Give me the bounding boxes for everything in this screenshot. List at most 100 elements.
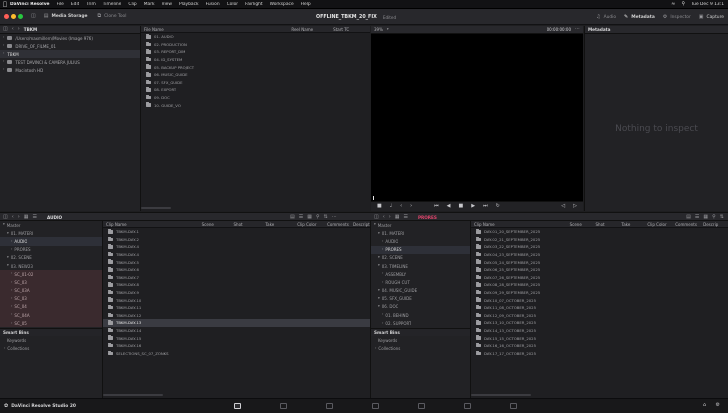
clip-row[interactable]: DAY-11_08_OCTOBER_2025 xyxy=(471,304,728,312)
bin-list-toggle-2-icon[interactable]: ◫ xyxy=(374,214,379,220)
pool-forward-2-icon[interactable]: › xyxy=(389,214,391,220)
clip-column-5[interactable]: Comments xyxy=(324,222,350,227)
bin-item[interactable]: › SC_04 xyxy=(0,302,102,312)
bin-item[interactable]: ▾ 04. MUSIC_GUIDE xyxy=(371,287,470,295)
file-row[interactable]: 01. AUDIO xyxy=(141,33,370,41)
clip-row[interactable]: TBKM-DAY-4 xyxy=(103,243,370,251)
pool-search-icon[interactable]: ⚲ xyxy=(316,214,320,220)
menu-item[interactable]: Fairlight xyxy=(245,2,263,7)
menu-item[interactable]: Help xyxy=(301,2,311,7)
bin-list-toggle-icon[interactable]: ◫ xyxy=(3,214,8,220)
clip-row[interactable]: TBKM-DAY-15 xyxy=(103,334,370,342)
clip-column-0[interactable]: Clip Name xyxy=(103,222,199,227)
smart-bins-header[interactable]: Smart Bins xyxy=(0,328,102,337)
file-list-scrollbar[interactable] xyxy=(141,207,171,209)
mark-in-icon[interactable]: ◁ xyxy=(561,204,565,209)
bin-item[interactable]: › AUDIO xyxy=(0,237,102,246)
menu-clock[interactable]: Tue Dec 9 13:1 xyxy=(691,2,724,7)
clip-column-6[interactable]: Descrip xyxy=(700,222,728,227)
bin-item[interactable]: › 01. BEHIND xyxy=(371,311,470,319)
stop-icon[interactable]: ■ xyxy=(458,204,463,209)
metadata-view-2-icon[interactable]: ▤ xyxy=(686,214,691,220)
deliver-page-icon[interactable] xyxy=(510,403,517,409)
sort-2-icon[interactable]: ⇅ xyxy=(720,214,724,220)
settings-icon[interactable]: ⚙ xyxy=(716,403,720,408)
menu-item[interactable]: Playback xyxy=(179,2,199,7)
clip-row[interactable]: TBKM-DAY-5 xyxy=(103,258,370,266)
wifi-icon[interactable]: ≈ xyxy=(671,2,675,7)
pool-grid-2-icon[interactable]: ▦ xyxy=(395,214,400,220)
menu-item[interactable]: Mark xyxy=(144,2,155,7)
home-icon[interactable]: ⌂ xyxy=(703,403,706,408)
clip-row[interactable]: DAY-09_29_SEPTEMBER_2025 xyxy=(471,289,728,297)
clip-row[interactable]: TBKM-DAY-6 xyxy=(103,266,370,274)
clip-row[interactable]: TBKM-DAY-16 xyxy=(103,342,370,350)
fusion-page-icon[interactable] xyxy=(372,403,379,409)
maximize-window-button[interactable] xyxy=(18,14,23,19)
capture-button[interactable]: ▣ Capture xyxy=(699,14,724,20)
viewer-zoom[interactable]: 39% xyxy=(374,27,383,32)
metadata-view-icon[interactable]: ▤ xyxy=(290,214,295,220)
menu-item[interactable]: Clip xyxy=(128,2,136,7)
go-to-start-icon[interactable]: ⏮ xyxy=(434,204,439,209)
clip-row[interactable]: TBKM-DAY-7 xyxy=(103,274,370,282)
menu-item[interactable]: Workspace xyxy=(270,2,294,7)
list-view-2-icon[interactable]: ☰ xyxy=(695,214,699,220)
bin-item[interactable]: › PRORES xyxy=(0,246,102,254)
clip-column-2[interactable]: Shot xyxy=(231,222,263,227)
menu-item[interactable]: Edit xyxy=(71,2,80,7)
clip-column-4[interactable]: Clip Color xyxy=(644,222,672,227)
clip-row[interactable]: DAY-12_09_OCTOBER_2025 xyxy=(471,312,728,320)
menu-item[interactable]: File xyxy=(57,2,64,7)
pool-list-2-icon[interactable]: ☰ xyxy=(403,214,407,220)
playhead-marker[interactable] xyxy=(373,196,374,200)
col-file-name[interactable]: File Name xyxy=(141,27,288,32)
file-row[interactable]: 04. ID_SYSTEM xyxy=(141,56,370,64)
smart-bins-header-2[interactable]: Smart Bins xyxy=(371,328,470,337)
clip-row[interactable]: TBKM-DAY-14 xyxy=(103,327,370,335)
bin-item[interactable]: › SC_03 xyxy=(0,294,102,303)
go-to-end-icon[interactable]: ⏭ xyxy=(483,204,488,209)
bin-item[interactable]: › PRORES xyxy=(371,245,470,254)
bin-item[interactable]: ▾ 02. SCENE xyxy=(371,254,470,262)
clip-row[interactable]: DAY-04_23_SEPTEMBER_2025 xyxy=(471,251,728,259)
bin-item[interactable]: › AUDIO xyxy=(371,237,470,245)
play-icon[interactable]: ▶ xyxy=(471,204,475,209)
close-window-button[interactable] xyxy=(4,14,9,19)
clip-column-3[interactable]: Take xyxy=(262,222,294,227)
menu-item[interactable]: Timeline xyxy=(103,2,122,7)
menu-item[interactable]: DaVinci Resolve xyxy=(10,2,50,7)
menu-item[interactable]: Fusion xyxy=(206,2,220,7)
bin-item[interactable]: › 02. SUPPORT xyxy=(371,319,470,327)
pool-back-2-icon[interactable]: ‹ xyxy=(383,214,385,220)
clip-column-3[interactable]: Take xyxy=(618,222,644,227)
storage-location[interactable]: › /Users/maxmillern/Movies (Image 976) xyxy=(0,34,140,42)
file-row[interactable]: 08. EXPORT xyxy=(141,86,370,94)
jog-left-icon[interactable]: ‹ xyxy=(400,204,402,209)
clip-row[interactable]: DAY-06_25_SEPTEMBER_2025 xyxy=(471,266,728,274)
clip-row[interactable]: DAY-01_20_SEPTEMBER_2025 xyxy=(471,228,728,236)
pool-search-2-icon[interactable]: ⚲ xyxy=(712,214,716,220)
clip-column-1[interactable]: Scene xyxy=(199,222,231,227)
panel-toggle-icon[interactable]: ◫ xyxy=(3,27,8,32)
clip-column-0[interactable]: Clip Name xyxy=(471,222,567,227)
storage-location[interactable]: › TEST DAVINCI & CAMERA JULIUS xyxy=(0,58,140,66)
sidebar-toggle-icon[interactable]: ◫ xyxy=(31,14,36,19)
clip-column-4[interactable]: Clip Color xyxy=(294,222,324,227)
pool-forward-icon[interactable]: › xyxy=(18,214,20,220)
file-row[interactable]: 09. DOC xyxy=(141,94,370,102)
bin-item[interactable]: › SC_03 xyxy=(0,278,102,287)
search-icon[interactable]: ⚲ xyxy=(681,2,685,7)
clip-column-2[interactable]: Shot xyxy=(593,222,619,227)
clip-row[interactable]: TBKM-DAY-2 xyxy=(103,236,370,244)
bin-item[interactable]: ▾ 01. MATERI xyxy=(371,229,470,237)
storage-location[interactable]: › TBKM xyxy=(0,50,140,58)
edit-page-icon[interactable] xyxy=(326,403,333,409)
viewer-timecode[interactable]: 00:00:00:00 xyxy=(547,27,571,32)
bin-item[interactable]: ▾ 03. NEW23 xyxy=(0,262,102,270)
jog-right-icon[interactable]: › xyxy=(410,204,412,209)
bin-item[interactable]: ▾ 03. TIMELINE xyxy=(371,262,470,270)
media-storage-button[interactable]: ▤ Media Storage xyxy=(44,14,88,20)
audio-button[interactable]: ♫ Audio xyxy=(596,14,616,20)
file-row[interactable]: 02. PRODUCTION xyxy=(141,41,370,49)
